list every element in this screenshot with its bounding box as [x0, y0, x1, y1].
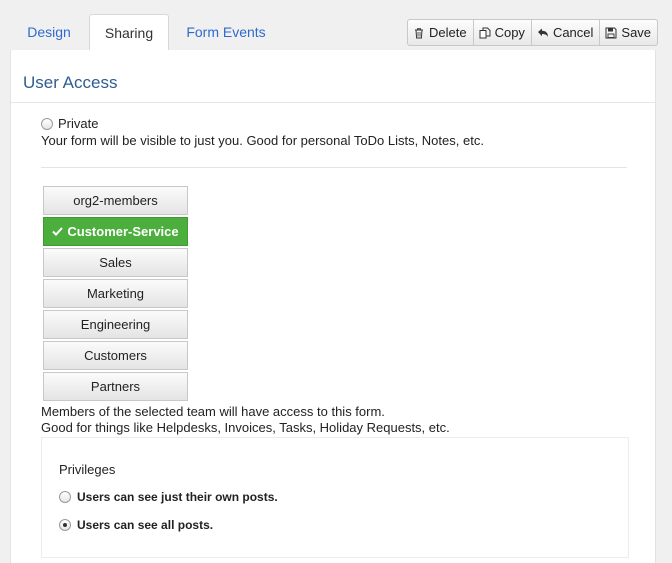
private-label: Private — [58, 116, 99, 131]
team-button-sales[interactable]: Sales — [43, 248, 188, 277]
undo-icon — [537, 28, 548, 37]
tab-sharing[interactable]: Sharing — [89, 14, 169, 51]
team-label: Customers — [84, 348, 147, 363]
team-label: Partners — [90, 379, 141, 394]
private-option[interactable]: Private — [41, 116, 98, 131]
team-button-marketing[interactable]: Marketing — [43, 279, 188, 308]
save-button-label: Save — [621, 25, 652, 40]
trash-icon — [415, 27, 423, 38]
section-title: User Access — [23, 73, 118, 92]
divider — [41, 167, 627, 168]
team-label: Customer-Service — [67, 224, 179, 239]
team-label: Engineering — [80, 317, 151, 332]
privilege-option-own-posts[interactable]: Users can see just their own posts. — [59, 490, 278, 504]
private-radio[interactable] — [41, 117, 53, 130]
privileges-title: Privileges — [59, 462, 116, 477]
tab-form-events[interactable]: Form Events — [180, 14, 272, 51]
cancel-button[interactable]: Cancel — [530, 19, 601, 46]
private-description: Your form will be visible to just you. G… — [41, 133, 484, 148]
all-posts-radio[interactable] — [59, 519, 71, 531]
team-button-customers[interactable]: Customers — [43, 341, 188, 370]
privileges-box: Privileges Users can see just their own … — [41, 437, 629, 558]
own-posts-radio[interactable] — [59, 491, 71, 503]
toolbar: Delete Copy Cancel Save — [407, 19, 659, 46]
tab-design[interactable]: Design — [10, 14, 88, 51]
cancel-button-label: Cancel — [552, 25, 594, 40]
team-button-org2-members[interactable]: org2-members — [43, 186, 188, 215]
delete-button[interactable]: Delete — [407, 19, 474, 46]
team-description-line: Good for things like Helpdesks, Invoices… — [41, 420, 450, 435]
team-description: Members of the selected team will have a… — [41, 404, 450, 436]
team-label: org2-members — [73, 193, 158, 208]
team-button-partners[interactable]: Partners — [43, 372, 188, 401]
delete-button-label: Delete — [429, 25, 467, 40]
team-button-engineering[interactable]: Engineering — [43, 310, 188, 339]
checkmark-icon — [52, 227, 64, 236]
team-description-line: Members of the selected team will have a… — [41, 404, 385, 419]
privilege-option-all-posts[interactable]: Users can see all posts. — [59, 518, 213, 532]
privilege-option-label: Users can see just their own posts. — [77, 490, 278, 504]
team-label: Marketing — [86, 286, 145, 301]
team-label: Sales — [99, 255, 132, 270]
save-button[interactable]: Save — [599, 19, 659, 46]
team-list: org2-members Customer-Service Sales Mark… — [43, 186, 188, 403]
team-button-customer-service[interactable]: Customer-Service — [43, 217, 188, 246]
floppy-disk-icon — [605, 27, 617, 38]
sharing-panel: User Access Private Your form will be vi… — [10, 50, 656, 563]
copy-icon — [479, 27, 491, 38]
copy-button[interactable]: Copy — [472, 19, 532, 46]
privilege-option-label: Users can see all posts. — [77, 518, 214, 532]
divider — [11, 102, 655, 103]
copy-button-label: Copy — [494, 25, 525, 40]
